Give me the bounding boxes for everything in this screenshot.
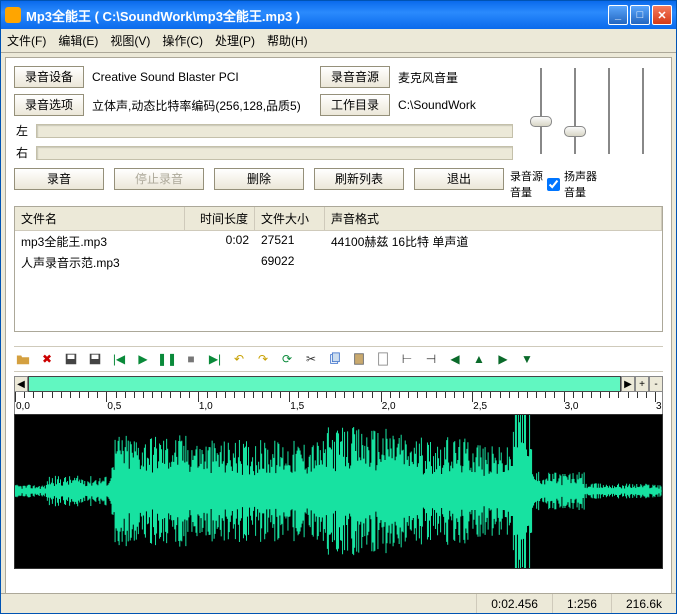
menubar: 文件(F) 编辑(E) 视图(V) 操作(C) 处理(P) 帮助(H)	[1, 29, 676, 53]
work-dir-value: C:\SoundWork	[398, 98, 476, 112]
speaker-volume-label: 扬声器 音量	[564, 168, 597, 200]
volume-sliders	[521, 66, 663, 156]
save-as-icon[interactable]	[86, 350, 104, 368]
window-title: Mp3全能王 ( C:\SoundWork\mp3全能王.mp3 )	[26, 6, 608, 25]
header-filename[interactable]: 文件名	[15, 207, 185, 230]
play-icon[interactable]: ▶	[134, 350, 152, 368]
undo-icon[interactable]: ↶	[230, 350, 248, 368]
waveform-display[interactable]	[14, 414, 663, 569]
menu-process[interactable]: 处理(P)	[215, 32, 255, 49]
zoom-out-left-icon[interactable]: ◀	[446, 350, 464, 368]
app-icon	[5, 7, 21, 23]
menu-operate[interactable]: 操作(C)	[162, 32, 203, 49]
app-window: Mp3全能王 ( C:\SoundWork\mp3全能王.mp3 ) _ □ ✕…	[0, 0, 677, 614]
maximize-button[interactable]: □	[630, 5, 650, 25]
vu-left-label: 左	[14, 122, 30, 139]
paste-icon[interactable]	[350, 350, 368, 368]
record-source-volume-label: 录音源 音量	[510, 168, 543, 200]
header-size[interactable]: 文件大小	[255, 207, 325, 230]
status-rate: 216.6k	[611, 594, 676, 613]
content-area: 录音设备 Creative Sound Blaster PCI 录音音源 麦克风…	[5, 57, 672, 611]
save-icon[interactable]	[62, 350, 80, 368]
zoom-in-right-icon[interactable]: ▶	[494, 350, 512, 368]
record-options-value: 立体声,动态比特率编码(256,128,品质5)	[92, 97, 312, 114]
header-time[interactable]: 时间长度	[185, 207, 255, 230]
header-format[interactable]: 声音格式	[325, 207, 662, 230]
stop-record-button[interactable]: 停止录音	[114, 168, 204, 190]
time-ruler[interactable]: 0,00,51,01,52,02,53,03,5	[14, 392, 663, 414]
slider-2[interactable]	[561, 68, 589, 154]
timeline-overview[interactable]	[28, 376, 621, 392]
list-header: 文件名 时间长度 文件大小 声音格式	[15, 207, 662, 231]
list-row[interactable]: 人声录音示范.mp3 69022	[15, 252, 662, 273]
timeline-left-button[interactable]: ◀	[14, 376, 28, 392]
timeline-right-button[interactable]: ▶	[621, 376, 635, 392]
refresh-list-button[interactable]: 刷新列表	[314, 168, 404, 190]
close-button[interactable]: ✕	[652, 5, 672, 25]
redo-icon[interactable]: ↷	[254, 350, 272, 368]
menu-file[interactable]: 文件(F)	[7, 32, 46, 49]
audio-toolbar: ✖ |◀ ▶ ❚❚ ■ ▶| ↶ ↷ ⟳ ✂ ⊢ ⊣ ◀ ▲ ▶ ▼	[14, 346, 663, 372]
titlebar[interactable]: Mp3全能王 ( C:\SoundWork\mp3全能王.mp3 ) _ □ ✕	[1, 1, 676, 29]
record-button[interactable]: 录音	[14, 168, 104, 190]
menu-edit[interactable]: 编辑(E)	[58, 32, 98, 49]
vu-left-meter	[36, 124, 513, 138]
document-icon[interactable]	[374, 350, 392, 368]
marker-right-icon[interactable]: ⊣	[422, 350, 440, 368]
copy-icon[interactable]	[326, 350, 344, 368]
timeline-minus-button[interactable]: -	[649, 376, 663, 392]
status-time: 0:02.456	[476, 594, 552, 613]
skip-end-icon[interactable]: ▶|	[206, 350, 224, 368]
zoom-fit-icon[interactable]: ▲	[470, 350, 488, 368]
slider-4[interactable]	[629, 68, 657, 154]
cut-icon[interactable]: ✂	[302, 350, 320, 368]
skip-start-icon[interactable]: |◀	[110, 350, 128, 368]
menu-view[interactable]: 视图(V)	[110, 32, 150, 49]
file-list[interactable]: 文件名 时间长度 文件大小 声音格式 mp3全能王.mp3 0:02 27521…	[14, 206, 663, 332]
record-options-button[interactable]: 录音选项	[14, 94, 84, 116]
status-zoom: 1:256	[552, 594, 611, 613]
open-file-icon[interactable]	[14, 350, 32, 368]
menu-help[interactable]: 帮助(H)	[267, 32, 308, 49]
record-device-value: Creative Sound Blaster PCI	[92, 70, 312, 84]
zoom-down-icon[interactable]: ▼	[518, 350, 536, 368]
work-dir-button[interactable]: 工作目录	[320, 94, 390, 116]
slider-3[interactable]	[595, 68, 623, 154]
refresh-icon[interactable]: ⟳	[278, 350, 296, 368]
exit-button[interactable]: 退出	[414, 168, 504, 190]
pause-icon[interactable]: ❚❚	[158, 350, 176, 368]
stop-icon[interactable]: ■	[182, 350, 200, 368]
record-source-button[interactable]: 录音音源	[320, 66, 390, 88]
minimize-button[interactable]: _	[608, 5, 628, 25]
record-device-button[interactable]: 录音设备	[14, 66, 84, 88]
list-row[interactable]: mp3全能王.mp3 0:02 27521 44100赫兹 16比特 单声道	[15, 231, 662, 252]
timeline-plus-button[interactable]: +	[635, 376, 649, 392]
record-source-value: 麦克风音量	[398, 69, 458, 86]
slider-1[interactable]	[527, 68, 555, 154]
delete-button[interactable]: 删除	[214, 168, 304, 190]
close-file-icon[interactable]: ✖	[38, 350, 56, 368]
vu-right-meter	[36, 146, 513, 160]
vu-right-label: 右	[14, 144, 30, 161]
marker-left-icon[interactable]: ⊢	[398, 350, 416, 368]
speaker-volume-checkbox[interactable]	[547, 178, 560, 191]
status-bar: 0:02.456 1:256 216.6k	[1, 593, 676, 613]
